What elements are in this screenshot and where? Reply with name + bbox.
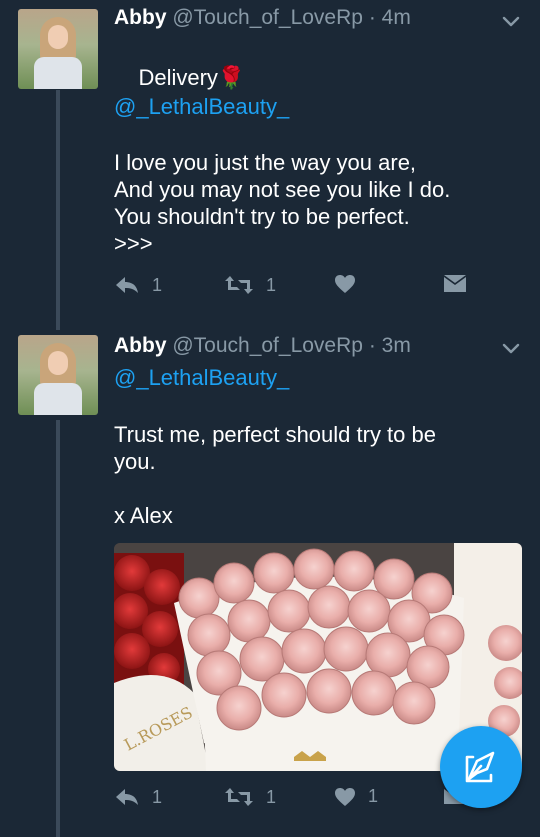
heart-icon xyxy=(335,275,355,293)
reply-icon xyxy=(116,277,138,293)
tweet-header: Abby @Touch_of_LoveRp · 3m xyxy=(114,334,411,358)
tweet-text: Trust me, perfect should try to be you. … xyxy=(114,422,436,528)
reply-button[interactable]: 1 xyxy=(114,274,162,296)
retweet-icon xyxy=(225,276,253,294)
like-button[interactable]: 1 xyxy=(334,786,378,807)
tweet-text: I love you just the way you are, And you… xyxy=(114,150,451,256)
separator: · xyxy=(368,334,376,357)
envelope-icon xyxy=(444,275,466,292)
retweet-button[interactable]: 1 xyxy=(224,786,276,808)
author-handle[interactable]: @Touch_of_LoveRp xyxy=(172,334,363,357)
tweet-header: Abby @Touch_of_LoveRp · 4m xyxy=(114,6,411,30)
compose-tweet-icon xyxy=(465,751,495,783)
rose-emoji: 🌹 xyxy=(217,65,246,90)
reply-icon xyxy=(116,789,138,805)
like-button[interactable] xyxy=(334,274,368,294)
avatar[interactable] xyxy=(18,335,98,415)
author-handle[interactable]: @Touch_of_LoveRp xyxy=(172,6,363,29)
separator: · xyxy=(368,6,376,29)
reply-count: 1 xyxy=(152,786,163,807)
mention-link[interactable]: @_LethalBeauty_ xyxy=(114,364,289,391)
tweet-1[interactable]: Abby @Touch_of_LoveRp · 4m Delivery🌹 @_L… xyxy=(0,0,540,330)
direct-message-button[interactable] xyxy=(443,274,467,294)
delivery-text: Delivery xyxy=(138,65,218,90)
reply-button[interactable]: 1 xyxy=(114,786,162,808)
chevron-down-icon[interactable] xyxy=(500,10,522,32)
heart-icon xyxy=(335,787,355,806)
retweet-count: 1 xyxy=(266,274,277,295)
reply-count: 1 xyxy=(152,274,163,295)
timestamp: 3m xyxy=(381,334,411,357)
timestamp: 4m xyxy=(381,6,411,29)
retweet-button[interactable]: 1 xyxy=(224,274,276,296)
author-name[interactable]: Abby xyxy=(114,334,167,357)
avatar[interactable] xyxy=(18,9,98,89)
retweet-icon xyxy=(225,788,253,806)
thread-line xyxy=(56,420,60,837)
mention-link[interactable]: @_LethalBeauty_ xyxy=(114,93,289,120)
tweet-actions: 1 1 1 xyxy=(114,786,474,814)
retweet-count: 1 xyxy=(266,786,277,807)
thread-line xyxy=(56,90,60,330)
tweet-actions: 1 1 xyxy=(114,274,474,302)
like-count: 1 xyxy=(368,786,379,806)
compose-tweet-button[interactable] xyxy=(440,726,522,808)
chevron-down-icon[interactable] xyxy=(500,337,522,359)
author-name[interactable]: Abby xyxy=(114,6,167,29)
